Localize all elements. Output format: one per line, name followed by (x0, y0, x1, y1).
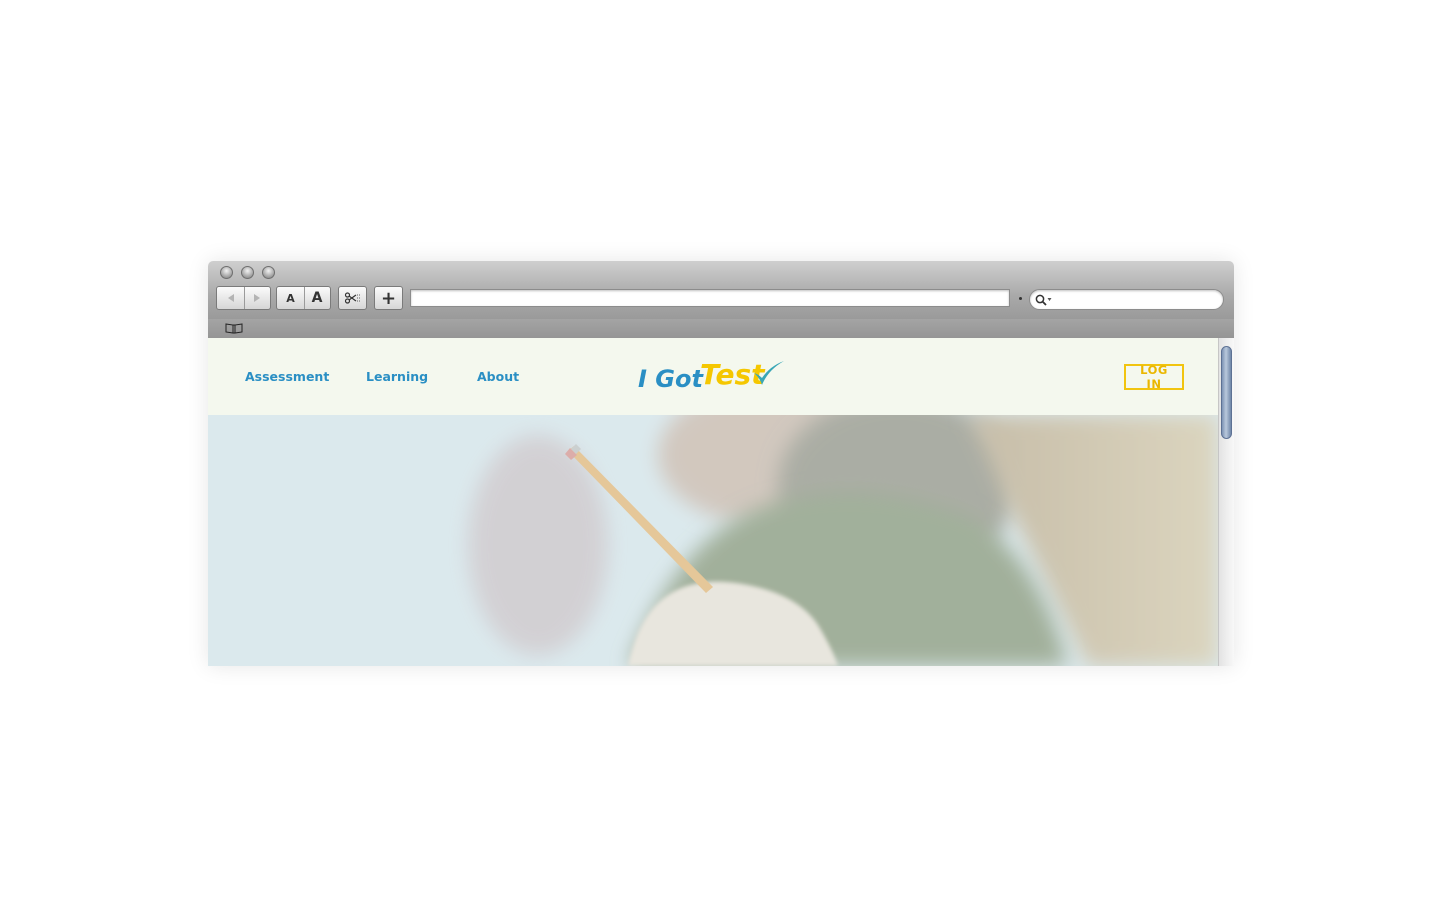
text-size-button-group: A A (276, 286, 331, 310)
close-window-button[interactable] (220, 266, 233, 279)
nav-link-assessment[interactable]: Assessment (245, 369, 329, 384)
page-scrollbar[interactable] (1218, 338, 1234, 666)
bookmarks-bar (208, 319, 1234, 339)
open-book-icon[interactable] (225, 323, 243, 334)
toolbar-separator (1019, 297, 1022, 300)
scrollbar-thumb[interactable] (1221, 346, 1232, 439)
clip-button[interactable] (338, 286, 367, 310)
add-bookmark-button[interactable]: + (374, 286, 403, 310)
back-button[interactable] (217, 287, 245, 309)
search-field[interactable] (1029, 289, 1224, 310)
scissors-icon (344, 292, 361, 304)
nav-button-group (216, 286, 271, 310)
hero-image (208, 415, 1218, 666)
hero-photo-illustration (208, 415, 1218, 666)
browser-toolbar: A A + (208, 261, 1234, 320)
back-arrow-icon (227, 294, 234, 302)
forward-arrow-icon (254, 294, 260, 302)
svg-text:I Got: I Got (638, 365, 704, 393)
nav-link-learning[interactable]: Learning (366, 369, 428, 384)
page-viewport: Assessment Learning About I Got Test LOG… (208, 338, 1234, 666)
text-larger-button[interactable]: A (304, 287, 330, 309)
login-button[interactable]: LOG IN (1124, 363, 1184, 391)
address-bar[interactable] (410, 289, 1010, 307)
site-logo[interactable]: I Got Test (636, 356, 786, 396)
nav-link-about[interactable]: About (477, 369, 519, 384)
site-header: Assessment Learning About I Got Test LOG… (208, 338, 1218, 415)
zoom-window-button[interactable] (262, 266, 275, 279)
logo-wordmark: I Got Test (638, 358, 784, 393)
search-icon (1035, 294, 1052, 306)
browser-window: A A + Assessment Learning About I Got Te… (208, 261, 1234, 666)
stage: A A + Assessment Learning About I Got Te… (0, 0, 1440, 900)
forward-button[interactable] (244, 287, 270, 309)
text-smaller-button[interactable]: A (277, 287, 305, 309)
minimize-window-button[interactable] (241, 266, 254, 279)
